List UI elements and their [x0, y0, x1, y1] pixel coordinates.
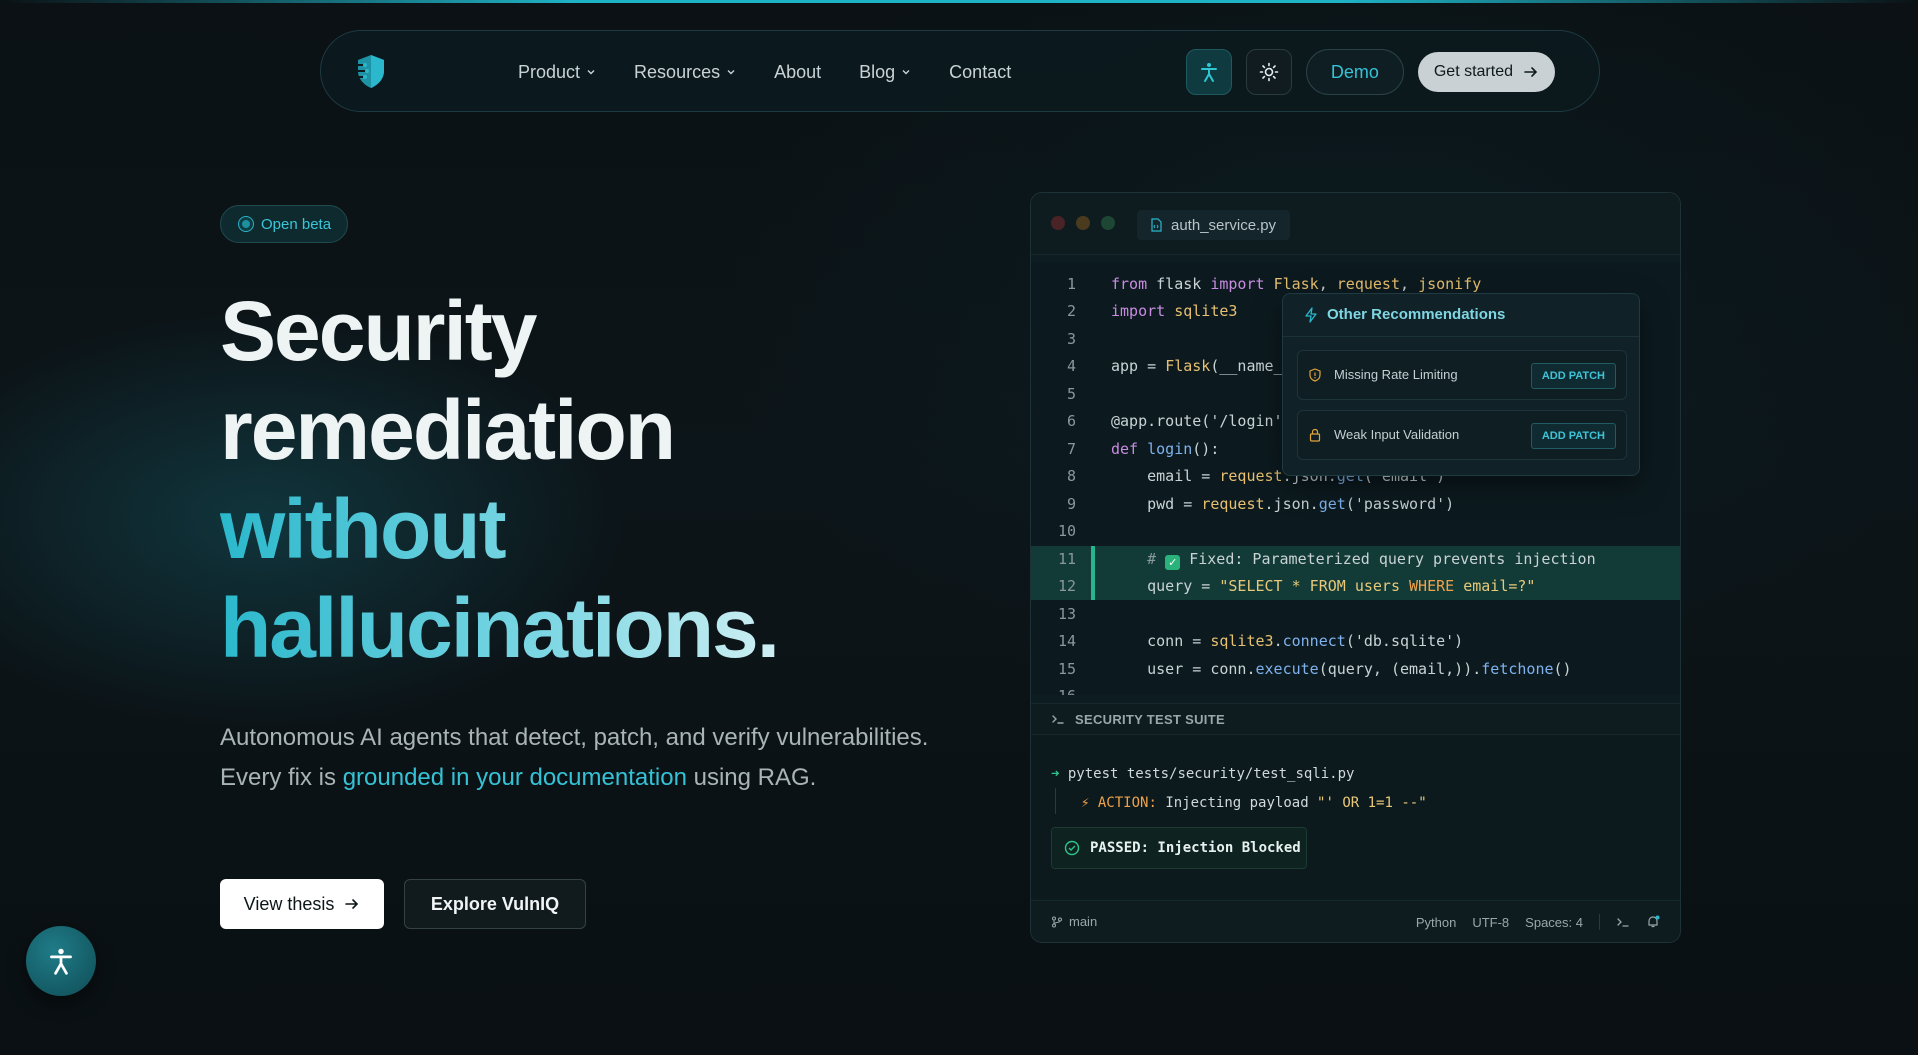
open-beta-badge: Open beta	[220, 205, 349, 243]
accessibility-icon	[1200, 63, 1217, 82]
nav-item-contact[interactable]: Contact	[949, 62, 1011, 83]
code-line: 14 conn = sqlite3.connect('db.sqlite')	[1057, 632, 1464, 650]
code-line-fixed: 12 query = "SELECT * FROM users WHERE em…	[1031, 573, 1680, 600]
sun-icon	[1259, 62, 1279, 82]
status-indent[interactable]: Spaces: 4	[1525, 915, 1583, 930]
nav-item-resources[interactable]: Resources	[634, 62, 736, 83]
code-line: 10	[1057, 522, 1076, 540]
maximize-dot-icon[interactable]	[1101, 216, 1115, 230]
arrow-right-icon	[1524, 67, 1538, 77]
code-line: 16	[1031, 683, 1680, 695]
terminal-output	[1031, 735, 1680, 899]
code-line: 13	[1057, 605, 1076, 623]
top-accent-line	[0, 0, 1918, 3]
status-encoding[interactable]: UTF-8	[1472, 915, 1509, 930]
chevron-down-icon	[727, 70, 735, 75]
terminal-command-line: ➜ pytest tests/security/test_sqli.py	[1051, 766, 1355, 782]
view-thesis-button[interactable]: View thesis	[220, 879, 384, 929]
top-navbar: Product Resources About Blog Contact Dem…	[320, 30, 1600, 112]
editor-status-bar: main Python UTF-8 Spaces: 4	[1031, 900, 1680, 942]
theme-toggle-button[interactable]	[1245, 49, 1292, 95]
arrow-right-icon	[345, 899, 359, 909]
nav-actions: Demo Get started	[1185, 31, 1555, 113]
get-started-button[interactable]: Get started	[1417, 52, 1555, 92]
logo-shield-icon[interactable]	[351, 51, 391, 91]
check-circle-icon	[1064, 840, 1080, 856]
accessibility-icon	[50, 948, 72, 975]
chevron-down-icon	[902, 70, 910, 75]
close-dot-icon[interactable]	[1051, 216, 1065, 230]
status-right: Python UTF-8 Spaces: 4	[1416, 914, 1660, 930]
code-line: 9 pwd = request.json.get('password')	[1066, 495, 1455, 513]
lightning-icon	[1305, 306, 1317, 323]
highlight-text: grounded in your documentation	[342, 764, 687, 791]
recommendations-header: Other Recommendations	[1303, 306, 1505, 323]
headline-line-3: without	[220, 480, 778, 579]
checkmark-icon: ✓	[1165, 555, 1181, 570]
code-line-fixed: 11 # ✓ Fixed: Parameterized query preven…	[1031, 546, 1680, 573]
fixed-indicator-bar	[1091, 573, 1095, 600]
accessibility-fab-button[interactable]	[26, 926, 96, 996]
recommendation-item: Weak Input Validation ADD PATCH	[1297, 410, 1627, 460]
recommendation-item: Missing Rate Limiting ADD PATCH	[1297, 350, 1627, 400]
file-code-icon	[1151, 218, 1162, 232]
explore-button[interactable]: Explore VulnIQ	[404, 879, 586, 929]
hero-headline: Security remediation without hallucinati…	[220, 282, 780, 678]
accessibility-button[interactable]	[1185, 49, 1232, 95]
recommendations-popup: Other Recommendations Missing Rate Limit…	[1282, 293, 1640, 476]
nav-links: Product Resources About Blog Contact	[518, 31, 1049, 113]
code-line: 15 user = conn.execute(query, (email,)).…	[1057, 660, 1572, 678]
bell-notification-icon[interactable]	[1646, 915, 1660, 929]
demo-button[interactable]: Demo	[1305, 49, 1404, 95]
terminal-action-line: ⚡ ACTION: Injecting payload "' OR 1=1 --…	[1081, 795, 1427, 811]
chevron-down-icon	[587, 70, 595, 75]
nav-item-about[interactable]: About	[774, 62, 821, 83]
headline-line-4: hallucinations.	[220, 579, 780, 678]
bolt-icon: ⚡	[1081, 795, 1090, 811]
shield-warning-icon	[1309, 368, 1321, 382]
terminal-header: SECURITY TEST SUITE	[1031, 703, 1680, 735]
divider	[1283, 336, 1639, 337]
test-passed-badge: PASSED: Injection Blocked	[1051, 827, 1307, 869]
prompt-arrow-icon: ➜	[1051, 766, 1060, 782]
git-branch[interactable]: main	[1051, 914, 1097, 929]
terminal-icon	[1052, 715, 1064, 724]
fixed-indicator-bar	[1091, 546, 1095, 573]
status-divider	[1599, 914, 1600, 930]
headline-line-2: remediation	[220, 383, 676, 477]
terminal-tree-line	[1055, 788, 1056, 814]
add-patch-button[interactable]: ADD PATCH	[1530, 363, 1616, 389]
add-patch-button[interactable]: ADD PATCH	[1530, 423, 1616, 449]
status-language[interactable]: Python	[1416, 915, 1456, 930]
terminal-icon[interactable]	[1616, 915, 1630, 929]
headline-line-1: Security	[220, 284, 538, 378]
hero-subtitle: Autonomous AI agents that detect, patch,…	[220, 724, 929, 791]
git-branch-icon	[1052, 916, 1062, 927]
status-dot-icon	[239, 217, 253, 231]
nav-item-blog[interactable]: Blog	[859, 62, 911, 83]
file-tab[interactable]: auth_service.py	[1137, 210, 1291, 240]
lock-icon	[1309, 428, 1321, 442]
minimize-dot-icon[interactable]	[1076, 216, 1090, 230]
editor-titlebar: auth_service.py	[1031, 193, 1680, 255]
nav-item-product[interactable]: Product	[518, 62, 596, 83]
